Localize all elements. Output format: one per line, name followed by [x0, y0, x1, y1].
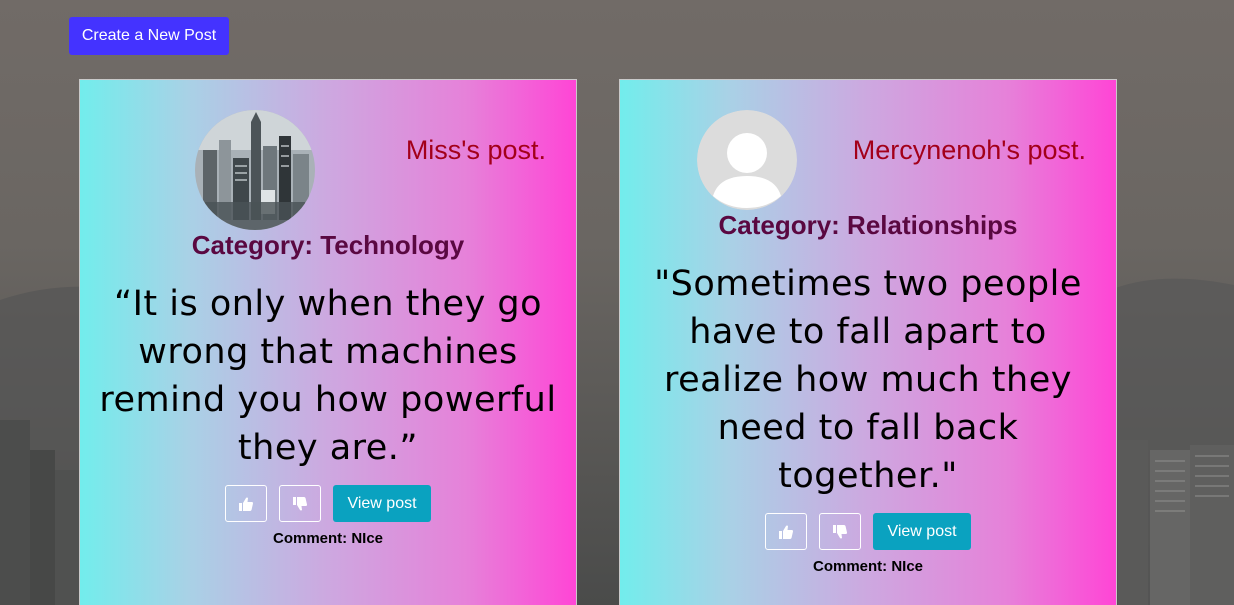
category-prefix: Category:: [191, 230, 321, 260]
comment-prefix: Comment:: [272, 530, 352, 547]
category-prefix: Category:: [718, 210, 848, 240]
comment-value: NIce: [891, 558, 924, 575]
author-avatar: [697, 110, 797, 210]
post-owner: Miss's post.: [405, 135, 546, 165]
view-post-button[interactable]: View post: [873, 513, 971, 550]
post-owner: Mercynenoh's post.: [852, 135, 1086, 165]
comment-value: NIce: [351, 530, 384, 547]
thumbs-up-icon: [239, 497, 254, 511]
create-post-button[interactable]: Create a New Post: [69, 17, 229, 55]
view-post-button[interactable]: View post: [333, 485, 431, 522]
post-actions: View post: [620, 513, 1116, 550]
dislike-button[interactable]: [279, 485, 322, 522]
post-quote: “It is only when they go wrong that mach…: [99, 284, 557, 468]
post-quote: "Sometimes two people have to fall apart…: [654, 264, 1082, 496]
thumbs-up-icon: [779, 525, 794, 539]
post-card: Miss's post. Category: Technology “It is…: [79, 79, 577, 605]
post-comment: Comment: NIce: [620, 558, 1116, 575]
post-actions: View post: [80, 485, 576, 522]
comment-prefix: Comment:: [812, 558, 892, 575]
post-category: Category: Technology: [80, 230, 576, 261]
author-avatar: [195, 110, 315, 230]
post-category: Category: Relationships: [620, 210, 1116, 241]
category-value: Technology: [320, 230, 465, 260]
default-user-icon: [697, 110, 797, 210]
thumbs-down-icon: [293, 496, 308, 510]
dislike-button[interactable]: [819, 513, 862, 550]
post-comment: Comment: NIce: [80, 530, 576, 547]
city-photo-icon: [195, 110, 315, 230]
like-button[interactable]: [765, 513, 808, 550]
like-button[interactable]: [225, 485, 268, 522]
category-value: Relationships: [847, 210, 1018, 240]
post-card: Mercynenoh's post. Category: Relationshi…: [619, 79, 1117, 605]
thumbs-down-icon: [833, 524, 848, 538]
